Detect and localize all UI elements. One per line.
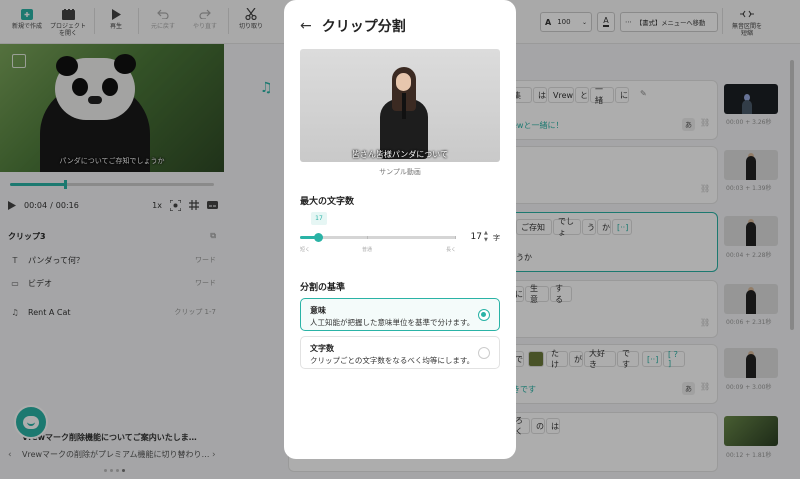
chevron-up-icon[interactable]: ▲ <box>484 230 488 237</box>
radio-unselected[interactable] <box>478 347 490 359</box>
max-chars-slider[interactable] <box>300 236 456 239</box>
dialog-title: クリップ分割 <box>321 19 406 35</box>
number-stepper[interactable]: ▲ ▼ <box>484 230 488 244</box>
dialog-header: ← クリップ分割 <box>300 16 406 36</box>
option-description: 人工知能が把握した意味単位を基準で分けます。 <box>310 318 475 327</box>
option-meaning[interactable]: 意味 人工知能が把握した意味単位を基準で分けます。 <box>300 298 500 331</box>
slider-handle[interactable] <box>314 233 323 242</box>
slider-tick <box>455 236 456 239</box>
option-char-count[interactable]: 文字数 クリップごとの文字数をなるべく均等にします。 <box>300 336 500 369</box>
split-criteria-heading: 分割の基準 <box>300 283 346 293</box>
scale-short-label: 短く <box>300 247 311 253</box>
microphone-icon <box>402 93 406 119</box>
sample-video: 皆さん皆様パンダについて <box>300 49 500 162</box>
max-chars-heading: 最大の文字数 <box>300 197 355 207</box>
slider-tick <box>367 236 368 239</box>
presenter-face <box>396 73 411 91</box>
sample-video-label: サンプル動画 <box>379 168 421 176</box>
max-chars-input[interactable]: 17 <box>462 232 482 242</box>
scale-long-label: 長く <box>446 247 457 253</box>
scale-normal-label: 普通 <box>362 247 373 253</box>
chevron-down-icon[interactable]: ▼ <box>484 237 488 244</box>
radio-selected[interactable] <box>478 309 490 321</box>
back-arrow-icon[interactable]: ← <box>300 18 312 34</box>
slider-value-tooltip: 17 <box>311 212 327 225</box>
option-title: 文字数 <box>310 344 334 353</box>
option-description: クリップごとの文字数をなるべく均等にします。 <box>310 356 475 365</box>
option-title: 意味 <box>310 306 326 315</box>
chars-unit: 字 <box>493 234 500 242</box>
sample-caption: 皆さん皆様パンダについて <box>351 150 449 159</box>
